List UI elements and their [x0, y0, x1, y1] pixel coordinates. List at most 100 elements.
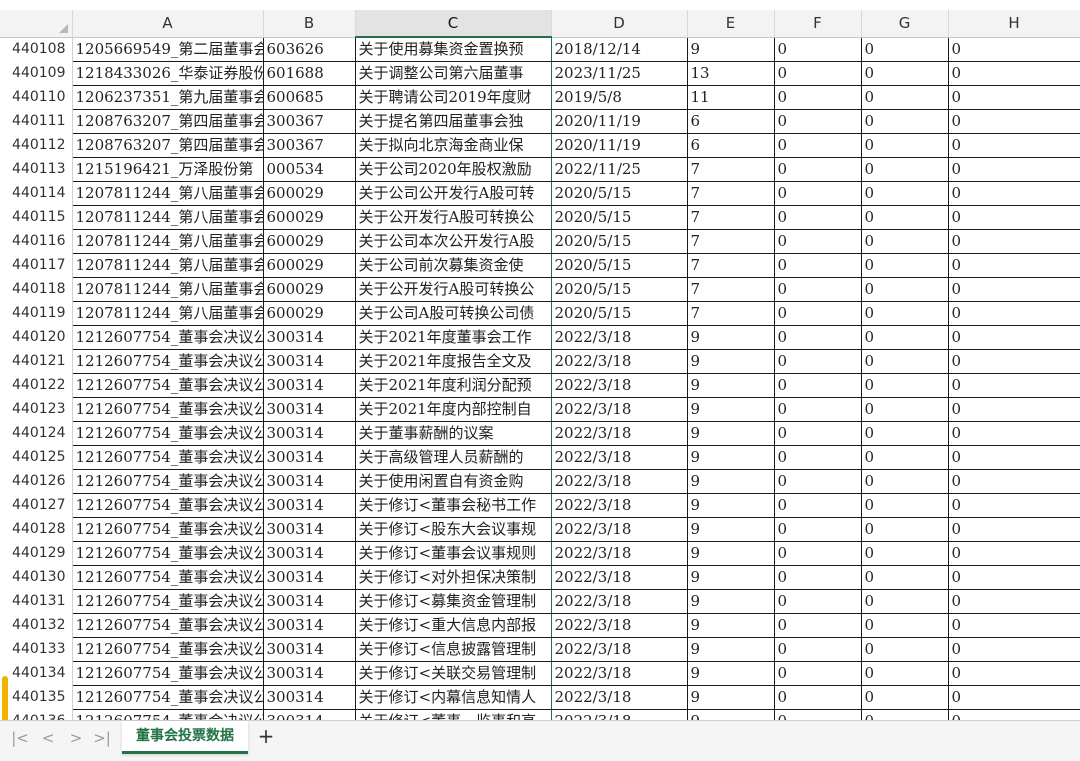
cell-g[interactable]: 0	[861, 301, 949, 326]
cell-g[interactable]: 0	[861, 277, 949, 302]
cell-c[interactable]: 关于使用募集资金置换预	[354, 37, 552, 62]
cell-d[interactable]: 2020/5/15	[551, 277, 688, 302]
row-header[interactable]: 440120	[0, 325, 73, 350]
cell-c[interactable]: 关于修订<董事会议事规则	[354, 541, 552, 566]
cell-f[interactable]: 0	[774, 277, 862, 302]
cell-f[interactable]: 0	[774, 133, 862, 158]
last-sheet-icon[interactable]: >|	[92, 727, 112, 749]
cell-b[interactable]: 601688	[263, 61, 356, 86]
row-header[interactable]: 440131	[0, 589, 73, 614]
row-header[interactable]: 440124	[0, 421, 73, 446]
cell-e[interactable]: 7	[687, 181, 775, 206]
cell-f[interactable]: 0	[774, 205, 862, 230]
cell-e[interactable]: 9	[687, 613, 775, 638]
cell-g[interactable]: 0	[861, 661, 949, 686]
cell-a[interactable]: 1207811244_第八届董事会	[72, 229, 264, 254]
cell-h[interactable]: 0	[948, 325, 1080, 350]
cell-b[interactable]: 300314	[263, 661, 356, 686]
cell-h[interactable]: 0	[948, 661, 1080, 686]
cell-c[interactable]: 关于2021年度董事会工作	[354, 325, 552, 350]
cell-a[interactable]: 1212607754_董事会决议公	[72, 541, 264, 566]
cell-b[interactable]: 600029	[263, 277, 356, 302]
cell-g[interactable]: 0	[861, 613, 949, 638]
row-header[interactable]: 440130	[0, 565, 73, 590]
cell-b[interactable]: 300314	[263, 397, 356, 422]
cell-h[interactable]: 0	[948, 37, 1080, 62]
cell-a[interactable]: 1212607754_董事会决议公	[72, 613, 264, 638]
cell-e[interactable]: 6	[687, 133, 775, 158]
cell-e[interactable]: 9	[687, 373, 775, 398]
cell-a[interactable]: 1207811244_第八届董事会	[72, 181, 264, 206]
cell-e[interactable]: 9	[687, 325, 775, 350]
row-header[interactable]: 440129	[0, 541, 73, 566]
cell-b[interactable]: 300314	[263, 709, 356, 720]
row-header[interactable]: 440134	[0, 661, 73, 686]
cell-g[interactable]: 0	[861, 205, 949, 230]
cell-f[interactable]: 0	[774, 517, 862, 542]
cell-d[interactable]: 2022/3/18	[551, 325, 688, 350]
cell-c[interactable]: 关于2021年度报告全文及	[354, 349, 552, 374]
cell-h[interactable]: 0	[948, 709, 1080, 720]
cell-e[interactable]: 9	[687, 397, 775, 422]
cell-h[interactable]: 0	[948, 565, 1080, 590]
cell-f[interactable]: 0	[774, 469, 862, 494]
cell-b[interactable]: 300367	[263, 133, 356, 158]
cell-a[interactable]: 1212607754_董事会决议公	[72, 421, 264, 446]
cell-g[interactable]: 0	[861, 157, 949, 182]
cell-a[interactable]: 1212607754_董事会决议公	[72, 373, 264, 398]
cell-c[interactable]: 关于修订<募集资金管理制	[354, 589, 552, 614]
row-header[interactable]: 440122	[0, 373, 73, 398]
cell-d[interactable]: 2018/12/14	[551, 37, 688, 62]
cell-h[interactable]: 0	[948, 421, 1080, 446]
cell-c[interactable]: 关于修订<信息披露管理制	[354, 637, 552, 662]
cell-h[interactable]: 0	[948, 109, 1080, 134]
cell-g[interactable]: 0	[861, 421, 949, 446]
cell-a[interactable]: 1212607754_董事会决议公	[72, 661, 264, 686]
cell-h[interactable]: 0	[948, 85, 1080, 110]
cell-d[interactable]: 2020/11/19	[551, 109, 688, 134]
cell-h[interactable]: 0	[948, 493, 1080, 518]
cell-e[interactable]: 9	[687, 349, 775, 374]
cell-d[interactable]: 2022/3/18	[551, 589, 688, 614]
cell-f[interactable]: 0	[774, 685, 862, 710]
cell-d[interactable]: 2022/3/18	[551, 685, 688, 710]
cell-b[interactable]: 603626	[263, 37, 356, 62]
cell-h[interactable]: 0	[948, 277, 1080, 302]
cell-c[interactable]: 关于2021年度利润分配预	[354, 373, 552, 398]
cell-h[interactable]: 0	[948, 469, 1080, 494]
cell-h[interactable]: 0	[948, 181, 1080, 206]
cell-c[interactable]: 关于修订<股东大会议事规	[354, 517, 552, 542]
cell-c[interactable]: 关于公开发行A股可转换公	[354, 277, 552, 302]
cell-d[interactable]: 2022/3/18	[551, 469, 688, 494]
cell-d[interactable]: 2022/3/18	[551, 613, 688, 638]
cell-g[interactable]: 0	[861, 253, 949, 278]
cell-a[interactable]: 1208763207_第四届董事会	[72, 133, 264, 158]
cell-d[interactable]: 2022/3/18	[551, 661, 688, 686]
cell-c[interactable]: 关于提名第四届董事会独	[354, 109, 552, 134]
row-header[interactable]: 440118	[0, 277, 73, 302]
cell-d[interactable]: 2022/3/18	[551, 517, 688, 542]
column-header-g[interactable]: G	[861, 10, 949, 38]
cell-d[interactable]: 2022/3/18	[551, 637, 688, 662]
row-header[interactable]: 440127	[0, 493, 73, 518]
cell-h[interactable]: 0	[948, 133, 1080, 158]
cell-c[interactable]: 关于公司本次公开发行A股	[354, 229, 552, 254]
cell-f[interactable]: 0	[774, 325, 862, 350]
cell-e[interactable]: 9	[687, 493, 775, 518]
cell-f[interactable]: 0	[774, 421, 862, 446]
cell-f[interactable]: 0	[774, 181, 862, 206]
cell-h[interactable]: 0	[948, 301, 1080, 326]
cell-c[interactable]: 关于公司A股可转换公司债	[354, 301, 552, 326]
cell-d[interactable]: 2023/11/25	[551, 61, 688, 86]
row-header[interactable]: 440125	[0, 445, 73, 470]
cell-d[interactable]: 2022/3/18	[551, 493, 688, 518]
cell-g[interactable]: 0	[861, 85, 949, 110]
cell-c[interactable]: 关于聘请公司2019年度财	[354, 85, 552, 110]
first-sheet-icon[interactable]: |<	[10, 727, 30, 749]
cell-h[interactable]: 0	[948, 541, 1080, 566]
cell-e[interactable]: 9	[687, 469, 775, 494]
cell-d[interactable]: 2022/3/18	[551, 421, 688, 446]
cell-g[interactable]: 0	[861, 709, 949, 720]
cell-a[interactable]: 1208763207_第四届董事会	[72, 109, 264, 134]
cell-b[interactable]: 300314	[263, 565, 356, 590]
